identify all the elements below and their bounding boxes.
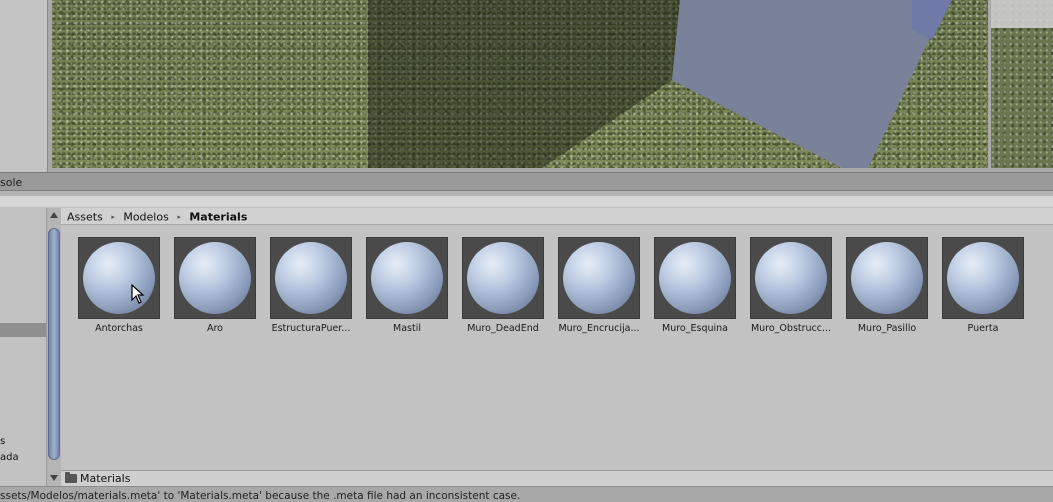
material-sphere-icon	[755, 242, 827, 314]
asset-item[interactable]: Mastil	[366, 237, 448, 341]
breadcrumb: Assets ▸ Modelos ▸ Materials	[61, 208, 1053, 225]
left-panel-strip	[0, 0, 48, 172]
asset-label: Antorchas	[95, 323, 143, 334]
status-bar[interactable]: ssets/Modelos/materials.meta' to 'Materi…	[0, 486, 1053, 502]
material-thumbnail[interactable]	[78, 237, 160, 319]
console-tab-bar[interactable]: sole	[0, 172, 1053, 191]
breadcrumb-item-materials[interactable]: Materials	[189, 211, 247, 224]
asset-label: Puerta	[967, 323, 999, 334]
folder-icon	[65, 472, 77, 483]
asset-label: Mastil	[393, 323, 421, 334]
scene-area	[0, 0, 1053, 172]
material-thumbnail[interactable]	[942, 237, 1024, 319]
breadcrumb-separator-icon: ▸	[111, 213, 115, 221]
asset-item[interactable]: Muro_Encrucija...	[558, 237, 640, 341]
asset-label: Muro_Pasillo	[857, 323, 917, 334]
material-thumbnail[interactable]	[846, 237, 928, 319]
breadcrumb-item-assets[interactable]: Assets	[67, 211, 103, 224]
tree-selected-item[interactable]	[0, 323, 46, 337]
asset-label: Muro_Esquina	[662, 323, 728, 334]
material-thumbnail[interactable]	[462, 237, 544, 319]
material-thumbnail[interactable]	[750, 237, 832, 319]
path-bar-label[interactable]: Materials	[80, 472, 130, 485]
asset-browser: Assets ▸ Modelos ▸ Materials Antorchas A…	[61, 208, 1053, 486]
material-sphere-icon	[467, 242, 539, 314]
asset-label: EstructuraPuer...	[271, 323, 351, 334]
scrollbar-thumb[interactable]	[48, 228, 60, 460]
material-thumbnail[interactable]	[654, 237, 736, 319]
cube-shadow	[368, 0, 680, 168]
material-sphere-icon	[275, 242, 347, 314]
asset-label: Aro	[206, 323, 223, 334]
material-sphere-icon	[563, 242, 635, 314]
material-sphere-icon	[179, 242, 251, 314]
cube-face	[672, 0, 948, 168]
asset-item[interactable]: Muro_Obstrucc...	[750, 237, 832, 341]
asset-item[interactable]: Muro_DeadEnd	[462, 237, 544, 341]
asset-item[interactable]: Puerta	[942, 237, 1024, 341]
asset-item[interactable]: Antorchas	[78, 237, 160, 341]
asset-item[interactable]: Muro_Esquina	[654, 237, 736, 341]
scroll-up-icon[interactable]	[50, 212, 58, 218]
status-message[interactable]: ssets/Modelos/materials.meta' to 'Materi…	[0, 490, 520, 502]
tree-item[interactable]: s	[0, 436, 5, 447]
material-thumbnail[interactable]	[174, 237, 256, 319]
asset-label: Muro_Obstrucc...	[750, 323, 832, 334]
breadcrumb-separator-icon: ▸	[177, 213, 181, 221]
scene-view[interactable]	[52, 0, 988, 168]
material-sphere-icon	[851, 242, 923, 314]
material-sphere-icon	[659, 242, 731, 314]
asset-item[interactable]: Aro	[174, 237, 256, 341]
asset-item[interactable]: Muro_Pasillo	[846, 237, 928, 341]
tree-item[interactable]: ada	[0, 452, 19, 463]
asset-label: Muro_DeadEnd	[467, 323, 539, 334]
asset-label: Muro_Encrucija...	[558, 323, 640, 334]
material-sphere-icon	[371, 242, 443, 314]
folder-tree[interactable]: s ada	[0, 208, 46, 486]
breadcrumb-item-modelos[interactable]: Modelos	[123, 211, 169, 224]
path-bar: Materials	[61, 470, 1053, 486]
asset-grid: Antorchas Aro EstructuraPuer... Mastil M…	[78, 237, 1038, 347]
mouse-cursor-icon	[131, 284, 145, 304]
asset-item[interactable]: EstructuraPuer...	[270, 237, 352, 341]
material-sphere-icon	[947, 242, 1019, 314]
console-tab-label[interactable]: sole	[0, 176, 22, 189]
tree-scrollbar[interactable]	[46, 208, 61, 486]
scroll-down-icon[interactable]	[50, 475, 58, 481]
material-thumbnail[interactable]	[558, 237, 640, 319]
scene-geometry	[368, 0, 952, 168]
material-thumbnail[interactable]	[270, 237, 352, 319]
project-toolbar	[0, 191, 1053, 207]
scene-right-panel	[991, 0, 1053, 168]
material-thumbnail[interactable]	[366, 237, 448, 319]
